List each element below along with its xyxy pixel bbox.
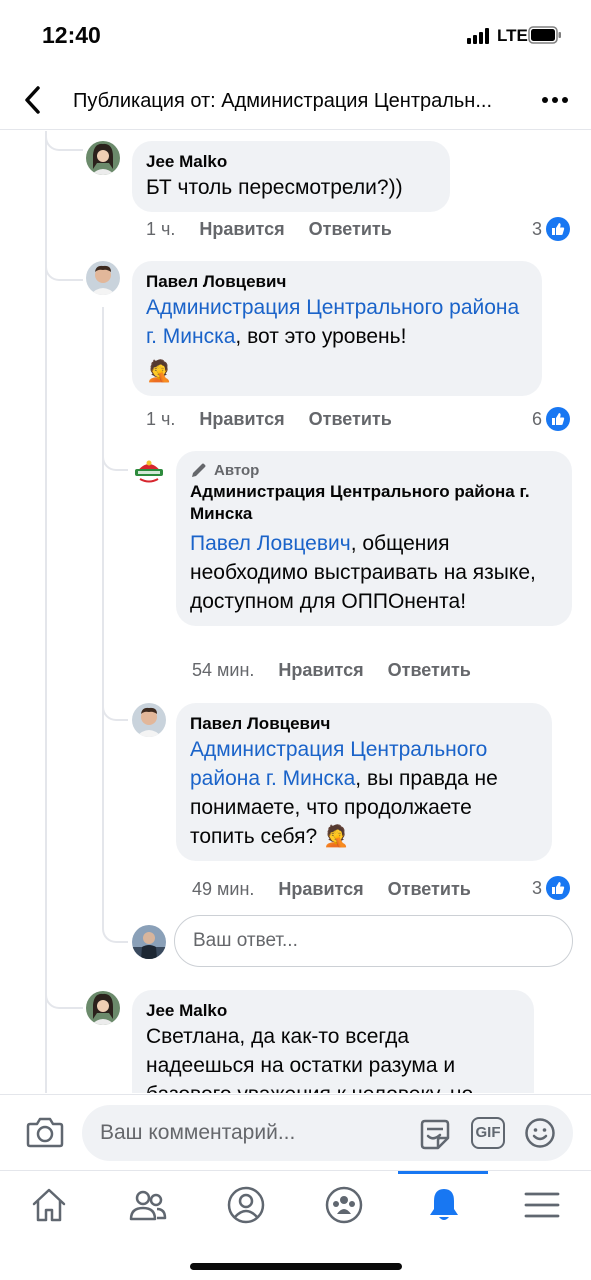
thread-line [45, 131, 47, 1093]
reply-input[interactable]: Ваш ответ... [174, 915, 573, 967]
home-indicator [190, 1263, 402, 1270]
thread-connector [45, 971, 83, 1009]
comment-time: 1 ч. [146, 409, 176, 429]
comment-actions: 1 ч. Нравится Ответить [146, 409, 392, 430]
comment-text: Администрация Центрального района г. Мин… [190, 735, 538, 851]
camera-icon[interactable] [26, 1115, 64, 1149]
bottom-tab-bar [0, 1170, 591, 1280]
like-reaction-icon [546, 407, 571, 431]
likes-count: 6 [532, 408, 543, 429]
comment-text: Павел Ловцевич, общения необходимо выстр… [190, 529, 558, 616]
status-time: 12:40 [42, 22, 101, 48]
reply-button[interactable]: Ответить [309, 409, 392, 430]
pen-icon [192, 463, 206, 477]
like-reaction-icon [546, 876, 571, 900]
emoji-facepalm: 🤦 [146, 360, 173, 383]
reaction-count[interactable]: 3 [532, 876, 571, 900]
gif-button[interactable]: GIF [471, 1117, 505, 1149]
comment-bubble: Павел Ловцевич Администрация Центральног… [132, 261, 542, 396]
comment-composer: Ваш комментарий... GIF [0, 1094, 591, 1170]
thread-connector [102, 431, 128, 471]
more-options-icon[interactable] [540, 88, 570, 112]
groups-icon[interactable] [324, 1185, 364, 1225]
sticker-icon[interactable] [418, 1118, 452, 1150]
thread-connector [102, 901, 128, 943]
comment-text: Светлана, да как-то всегда надеешься на … [146, 1025, 473, 1093]
friends-icon[interactable] [128, 1185, 168, 1225]
mention-link[interactable]: Павел Ловцевич [190, 532, 351, 555]
avatar[interactable] [86, 991, 120, 1025]
signal-icon [467, 28, 489, 44]
comment-input-placeholder: Ваш комментарий... [100, 1121, 296, 1144]
thread-connector [45, 239, 83, 281]
reply-button[interactable]: Ответить [309, 219, 392, 240]
author-badge: Автор [190, 461, 558, 479]
comment-author[interactable]: Павел Ловцевич [190, 713, 538, 735]
back-arrow-icon[interactable] [18, 82, 48, 118]
reaction-count[interactable]: 6 [532, 407, 571, 431]
author-badge-label: Автор [214, 461, 260, 479]
page-title: Публикация от: Администрация Центральн..… [73, 90, 493, 112]
like-button[interactable]: Нравится [199, 219, 284, 240]
comment-time: 49 мин. [192, 879, 255, 899]
comment-text: Администрация Центрального района г. Мин… [146, 293, 528, 351]
comment-time: 54 мин. [192, 660, 255, 680]
comment-bubble: Jee Malko Светлана, да как-то всегда над… [132, 990, 534, 1093]
menu-icon[interactable] [522, 1185, 562, 1225]
reply-button[interactable]: Ответить [388, 660, 471, 681]
reply-button[interactable]: Ответить [388, 879, 471, 900]
comment-bubble: Павел Ловцевич Администрация Центральног… [176, 703, 552, 861]
page-logo-avatar[interactable] [132, 453, 166, 487]
thread-connector [102, 681, 128, 721]
comment-author[interactable]: Jee Malko [146, 1000, 520, 1022]
like-reaction-icon [546, 217, 571, 241]
avatar[interactable] [86, 261, 120, 295]
network-type: LTE [497, 26, 528, 45]
like-button[interactable]: Нравится [199, 409, 284, 430]
comment-bubble: Автор Администрация Центрального района … [176, 451, 572, 626]
avatar[interactable] [86, 141, 120, 175]
comment-body: , вот это уровень! [235, 325, 407, 348]
comment-thread: Jee Malko БТ чтоль пересмотрели?)) 1 ч. … [0, 131, 591, 1093]
battery-icon [528, 26, 561, 44]
likes-count: 3 [532, 877, 543, 898]
comment-time: 1 ч. [146, 219, 176, 239]
comment-author[interactable]: Администрация Центрального района г. Мин… [190, 481, 558, 525]
emoji-icon[interactable] [524, 1117, 556, 1149]
avatar[interactable] [132, 703, 166, 737]
profile-icon[interactable] [226, 1185, 266, 1225]
emoji-facepalm: 🤦 [322, 825, 350, 848]
like-button[interactable]: Нравится [278, 879, 363, 900]
current-user-avatar [132, 925, 166, 959]
comment-actions: 54 мин. Нравится Ответить [192, 660, 471, 681]
comment-author[interactable]: Jee Malko [146, 151, 436, 173]
comment-bubble: Jee Malko БТ чтоль пересмотрели?)) [132, 141, 450, 212]
comment-actions: 49 мин. Нравится Ответить [192, 879, 471, 900]
thread-connector [45, 131, 83, 151]
notifications-bell-icon[interactable] [424, 1185, 464, 1225]
post-header: Публикация от: Администрация Центральн..… [0, 72, 591, 130]
comment-text: БТ чтоль пересмотрели?)) [146, 176, 403, 199]
comment-actions: 1 ч. Нравится Ответить [146, 219, 392, 240]
likes-count: 3 [532, 218, 543, 239]
home-icon[interactable] [29, 1185, 69, 1225]
comment-author[interactable]: Павел Ловцевич [146, 271, 528, 293]
reaction-count[interactable]: 3 [532, 217, 571, 241]
status-bar: 12:40 LTE [0, 0, 591, 70]
comment-input[interactable]: Ваш комментарий... GIF [82, 1105, 573, 1161]
like-button[interactable]: Нравится [278, 660, 363, 681]
active-tab-indicator [398, 1171, 488, 1174]
thread-line [102, 307, 104, 907]
